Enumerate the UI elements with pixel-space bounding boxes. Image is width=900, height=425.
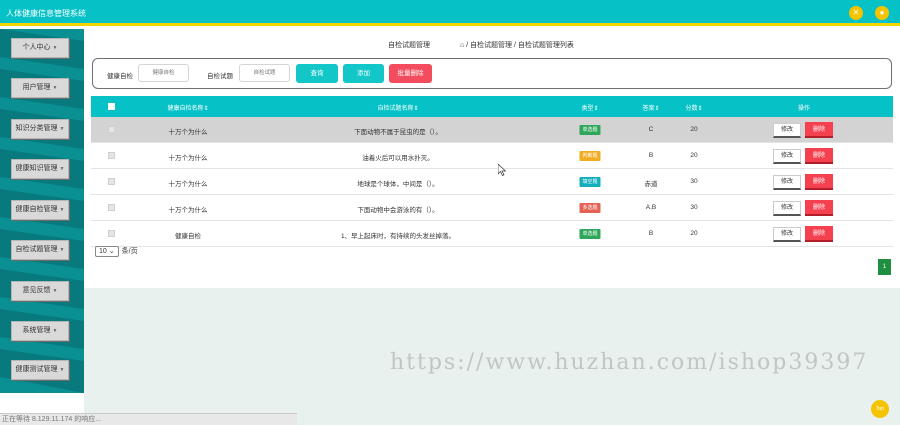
type-badge: 判断题 [579,151,601,161]
cell-name: 十万个为什么 [168,155,208,162]
breadcrumb-path: / 自检试题管理 / 自检试题管理列表 [466,42,574,49]
edit-button[interactable]: 修改 [773,123,801,138]
search-input-selfcheck[interactable] [138,64,189,82]
cell-question: 地球是个球体，中间是（）。 [357,181,439,188]
app-title: 人体健康信息管理系统 [6,9,86,18]
cell-name: 十万个为什么 [168,207,208,214]
cell-name: 十万个为什么 [168,181,208,188]
page-title: 自检试题管理 [388,42,430,49]
cell-question: 下面动物中会游泳的有（）。 [357,207,439,214]
sidebar-item-selfcheck-questions[interactable]: 自检试题管理 ▼ [11,240,69,260]
user-icon[interactable]: ● [875,6,889,20]
query-button[interactable]: 查询 [296,64,338,83]
chevron-down-icon: ▼ [59,367,65,373]
add-button[interactable]: 添加 [343,64,384,83]
sidebar-item-users[interactable]: 用户管理 ▼ [11,78,69,98]
sidebar-footer [0,393,84,413]
search-label-question: 自检试题 [207,73,233,80]
row-checkbox[interactable] [108,152,115,159]
row-checkbox[interactable] [108,230,115,237]
sidebar-item-system[interactable]: 系统管理 ▼ [11,321,69,341]
delete-button[interactable]: 删除 [805,226,833,242]
chevron-down-icon: ▼ [52,288,58,294]
delete-button[interactable]: 删除 [805,122,833,138]
sidebar-item-personal-center[interactable]: 个人中心 ▼ [11,38,69,58]
cell-answer: A,B [645,204,657,211]
cell-name: 健康自检 [175,233,201,240]
page-size-select[interactable]: 10 ⌄ [95,246,119,257]
search-input-question[interactable] [239,64,290,82]
chevron-down-icon: ▼ [52,328,58,334]
table-row: 十万个为什么 下面动物中会游泳的有（）。 多选题 A,B 30 修改 删除 [91,195,893,221]
chevron-down-icon: ▼ [59,247,65,253]
type-badge: 单选题 [579,125,601,135]
cell-score: 20 [690,230,698,237]
edit-button[interactable]: 修改 [773,227,801,242]
page-number-current[interactable]: 1 [878,259,891,275]
col-header-answer[interactable]: 答案⇕ [642,103,659,112]
batch-delete-button[interactable]: 批量删除 [389,64,432,83]
cell-answer: C [648,126,654,133]
breadcrumb: 自检试题管理 ⌂ / 自检试题管理 / 自检试题管理列表 [388,40,574,50]
mouse-cursor-icon [498,164,506,176]
home-icon[interactable]: ⌂ [460,42,464,49]
table-header: 健康自检名称⇕ 自检试题名称⇕ 类型⇕ 答案⇕ 分数⇕ 操作 [91,96,893,117]
delete-button[interactable]: 删除 [805,174,833,190]
top-bar: 人体健康信息管理系统 ✕ ● [0,0,900,26]
cell-score: 20 [690,126,698,133]
chevron-down-icon: ⌄ [108,248,115,255]
col-header-name[interactable]: 健康自检名称⇕ [167,103,208,112]
type-badge: 多选题 [579,203,601,213]
sidebar-item-health-knowledge[interactable]: 健康知识管理 ▼ [11,159,69,179]
search-label-selfcheck: 健康自检 [107,73,133,80]
sidebar-item-feedback[interactable]: 意见反馈 ▼ [11,281,69,301]
cell-score: 20 [690,152,698,159]
chevron-down-icon: ▼ [59,126,65,132]
sidebar-item-health-selfcheck[interactable]: 健康自检管理 ▼ [11,200,69,220]
page-size-control: 10 ⌄ 条/页 [95,246,138,257]
chevron-down-icon: ▼ [59,166,65,172]
col-header-score[interactable]: 分数⇕ [685,103,702,112]
row-checkbox[interactable] [108,204,115,211]
row-checkbox[interactable] [108,178,115,185]
type-badge: 填空题 [579,177,601,187]
back-to-top-button[interactable]: Top [871,400,889,418]
sidebar-item-health-test[interactable]: 健康测试管理 ▼ [11,360,69,380]
watermark-text: https://www.huzhan.com/ishop39397 [390,350,869,375]
chevron-down-icon: ▼ [52,85,58,91]
chevron-down-icon: ▼ [59,207,65,213]
col-header-ops: 操作 [797,106,811,112]
cell-question: 1、早上起床时，有持续的头发丝掉落。 [340,233,456,240]
table-row: 健康自检 1、早上起床时，有持续的头发丝掉落。 单选题 B 20 修改 删除 [91,221,893,247]
table-row: 十万个为什么 油着火后可以用水扑灭。 判断题 B 20 修改 删除 [91,143,893,169]
col-header-type[interactable]: 类型⇕ [581,103,598,112]
cell-answer: 赤道 [644,181,658,188]
cell-answer: B [648,152,654,159]
edit-button[interactable]: 修改 [773,175,801,190]
chevron-down-icon: ▼ [52,45,58,51]
table-row: 十万个为什么 地球是个球体，中间是（）。 填空题 赤道 30 修改 删除 [91,169,893,195]
close-icon[interactable]: ✕ [849,6,863,20]
type-badge: 单选题 [579,229,601,239]
row-checkbox[interactable] [108,126,115,133]
select-all-checkbox[interactable] [108,103,115,110]
col-header-question[interactable]: 自检试题名称⇕ [377,103,418,112]
status-bar: 正在等待 8.129.11.174 的响应... [0,413,297,425]
page-size-suffix: 条/页 [121,248,138,255]
delete-button[interactable]: 删除 [805,200,833,216]
cell-score: 30 [690,204,698,211]
cell-score: 30 [690,178,698,185]
edit-button[interactable]: 修改 [773,149,801,164]
cell-question: 下面动物不属于昆虫的是（）。 [354,129,442,136]
edit-button[interactable]: 修改 [773,201,801,216]
delete-button[interactable]: 删除 [805,148,833,164]
cell-answer: B [648,230,654,237]
sidebar-item-knowledge-category[interactable]: 知识分类管理 ▼ [11,119,69,139]
table-row: 十万个为什么 下面动物不属于昆虫的是（）。 单选题 C 20 修改 删除 [91,117,893,143]
cell-question: 油着火后可以用水扑灭。 [362,155,434,162]
cell-name: 十万个为什么 [168,129,208,136]
